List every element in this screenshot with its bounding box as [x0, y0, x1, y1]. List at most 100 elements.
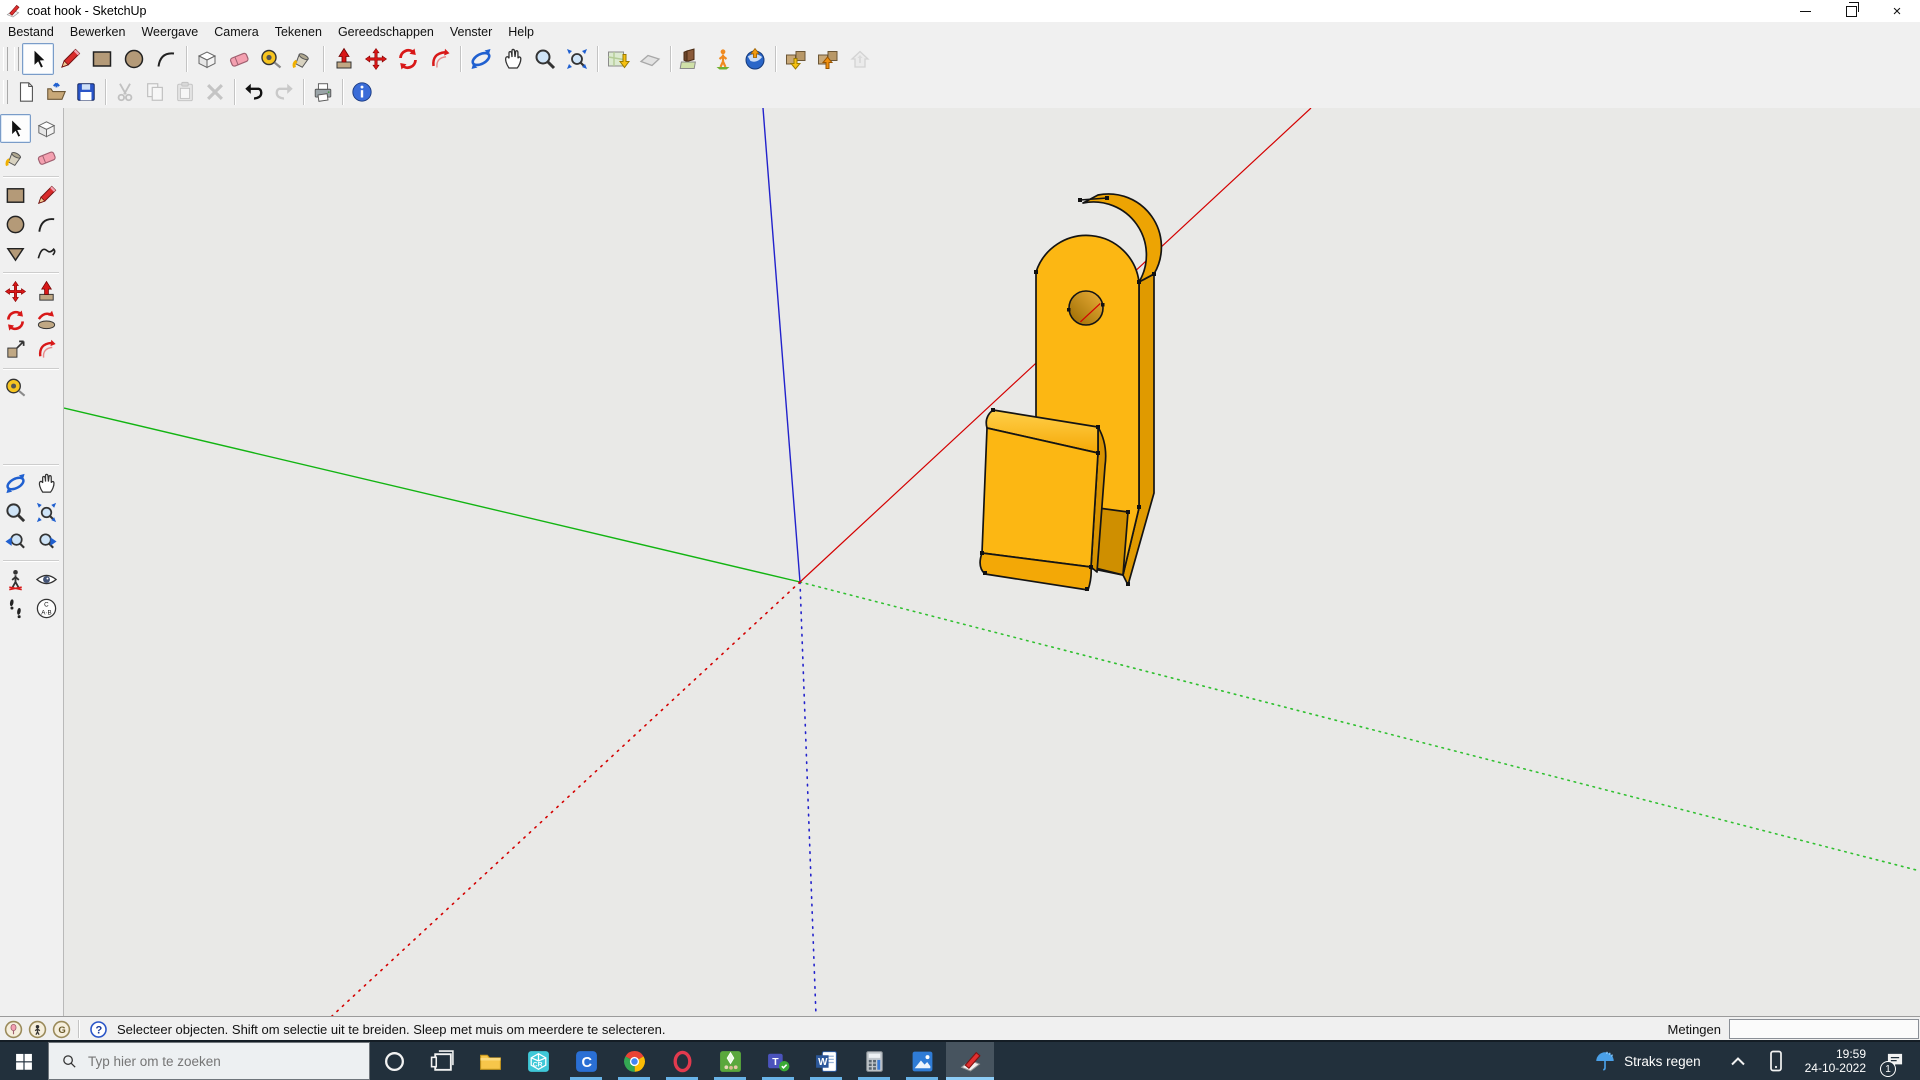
eraser-icon[interactable]: [31, 143, 62, 172]
text-icon[interactable]: [31, 402, 62, 431]
open-icon[interactable]: [41, 77, 71, 107]
model-info-icon[interactable]: [347, 77, 377, 107]
follow-me-icon[interactable]: [31, 306, 62, 335]
coat-hook-model[interactable]: [800, 108, 1311, 591]
menu-weergave[interactable]: Weergave: [133, 23, 206, 41]
toolbar-grip[interactable]: [3, 47, 8, 71]
offset-icon[interactable]: [31, 335, 62, 364]
axes-icon[interactable]: [0, 431, 31, 460]
make-component-icon[interactable]: [191, 43, 223, 75]
push-pull-icon[interactable]: [328, 43, 360, 75]
search-input[interactable]: [86, 1053, 330, 1070]
orbit-icon[interactable]: [465, 43, 497, 75]
pan-icon[interactable]: [31, 469, 62, 498]
get-models-icon[interactable]: [780, 43, 812, 75]
cura-taskbar-button[interactable]: [562, 1042, 610, 1080]
add-location-icon[interactable]: [602, 43, 634, 75]
position-camera-icon[interactable]: [0, 565, 31, 594]
sign-in-icon[interactable]: [50, 1019, 72, 1039]
print-icon[interactable]: [308, 77, 338, 107]
push-pull-icon[interactable]: [31, 277, 62, 306]
teams-taskbar-button[interactable]: [754, 1042, 802, 1080]
photos-taskbar-button[interactable]: [898, 1042, 946, 1080]
opera-taskbar-button[interactable]: [658, 1042, 706, 1080]
walk-icon[interactable]: [0, 594, 31, 623]
offset-icon[interactable]: [424, 43, 456, 75]
show-hidden-icons-chevron[interactable]: [1726, 1049, 1750, 1073]
toolbar-grip[interactable]: [14, 47, 19, 71]
3d-text-icon[interactable]: [31, 431, 62, 460]
look-around-icon[interactable]: [31, 565, 62, 594]
protractor-icon[interactable]: [0, 402, 31, 431]
pan-icon[interactable]: [497, 43, 529, 75]
menu-gereedschappen[interactable]: Gereedschappen: [330, 23, 442, 41]
model-figure-icon[interactable]: [707, 43, 739, 75]
menu-camera[interactable]: Camera: [206, 23, 266, 41]
geolocation-icon[interactable]: [2, 1019, 24, 1039]
eraser-icon[interactable]: [223, 43, 255, 75]
chrome-taskbar-button[interactable]: [610, 1042, 658, 1080]
menu-help[interactable]: Help: [500, 23, 542, 41]
cortana-taskbar-button[interactable]: [370, 1042, 418, 1080]
minimize-button[interactable]: [1782, 0, 1828, 22]
file-explorer-taskbar-button[interactable]: [466, 1042, 514, 1080]
save-icon[interactable]: [71, 77, 101, 107]
action-center-button[interactable]: 1: [1880, 1046, 1910, 1076]
restore-button[interactable]: [1828, 0, 1874, 22]
arc-icon[interactable]: [31, 210, 62, 239]
menu-tekenen[interactable]: Tekenen: [267, 23, 330, 41]
weather-widget[interactable]: Straks regen: [1594, 1050, 1701, 1072]
rotate-icon[interactable]: [0, 306, 31, 335]
move-icon[interactable]: [0, 277, 31, 306]
paint-bucket-icon[interactable]: [287, 43, 319, 75]
freehand-icon[interactable]: [31, 239, 62, 268]
tape-measure-icon[interactable]: [255, 43, 287, 75]
zoom-previous-icon[interactable]: [0, 527, 31, 556]
claim-credit-icon[interactable]: [26, 1019, 48, 1039]
new-icon[interactable]: [11, 77, 41, 107]
zoom-extents-icon[interactable]: [31, 498, 62, 527]
zoom-icon[interactable]: [529, 43, 561, 75]
select-icon[interactable]: [0, 114, 31, 143]
help-icon[interactable]: [87, 1019, 109, 1039]
select-icon[interactable]: [22, 43, 54, 75]
zoom-next-icon[interactable]: [31, 527, 62, 556]
creality-slicer-taskbar-button[interactable]: [514, 1042, 562, 1080]
close-button[interactable]: ×: [1874, 0, 1920, 22]
circle-icon[interactable]: [0, 210, 31, 239]
menu-bestand[interactable]: Bestand: [0, 23, 62, 41]
google-earth-icon[interactable]: [739, 43, 771, 75]
viewport-canvas[interactable]: [64, 108, 1920, 1016]
polygon-icon[interactable]: [0, 239, 31, 268]
model-viewport[interactable]: [64, 108, 1920, 1016]
tape-measure-icon[interactable]: [0, 373, 31, 402]
share-model-icon[interactable]: [812, 43, 844, 75]
word-taskbar-button[interactable]: [802, 1042, 850, 1080]
zoom-extents-icon[interactable]: [561, 43, 593, 75]
toggle-terrain-icon[interactable]: [634, 43, 666, 75]
dimension-icon[interactable]: [31, 373, 62, 402]
line-icon[interactable]: [31, 181, 62, 210]
rotate-icon[interactable]: [392, 43, 424, 75]
orbit-icon[interactable]: [0, 469, 31, 498]
screw-hole[interactable]: [1069, 291, 1103, 325]
your-phone-icon[interactable]: [1764, 1049, 1788, 1073]
menu-bewerken[interactable]: Bewerken: [62, 23, 134, 41]
toolbar-grip[interactable]: [3, 80, 8, 104]
start-button[interactable]: [0, 1042, 48, 1080]
taskbar-search[interactable]: [48, 1042, 370, 1080]
taskbar-clock[interactable]: 19:59 24-10-2022: [1805, 1047, 1866, 1075]
task-view-taskbar-button[interactable]: [418, 1042, 466, 1080]
calculator-taskbar-button[interactable]: [850, 1042, 898, 1080]
paint-bucket-icon[interactable]: [0, 143, 31, 172]
circle-icon[interactable]: [118, 43, 150, 75]
rectangle-icon[interactable]: [0, 181, 31, 210]
the-sims-taskbar-button[interactable]: [706, 1042, 754, 1080]
sketchup-taskbar-button[interactable]: [946, 1042, 994, 1080]
line-icon[interactable]: [54, 43, 86, 75]
move-icon[interactable]: [360, 43, 392, 75]
section-plane-icon[interactable]: [31, 594, 62, 623]
make-component-icon[interactable]: [31, 114, 62, 143]
arc-icon[interactable]: [150, 43, 182, 75]
undo-icon[interactable]: [239, 77, 269, 107]
